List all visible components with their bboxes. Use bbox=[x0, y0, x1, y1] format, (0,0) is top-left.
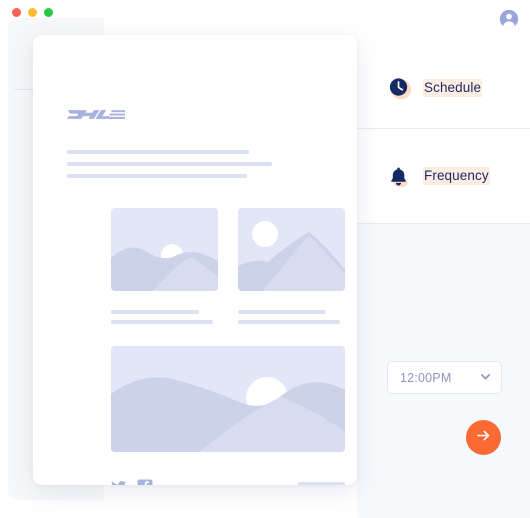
caption-line bbox=[111, 320, 213, 324]
arrow-right-icon bbox=[475, 427, 492, 449]
caption-line bbox=[238, 320, 340, 324]
settings-panel: Schedule Frequency bbox=[357, 18, 530, 518]
app-window: Schedule Frequency Daily Weekly Monthly … bbox=[0, 0, 530, 518]
bell-icon bbox=[387, 164, 412, 189]
window-controls bbox=[12, 8, 53, 17]
placeholder-line bbox=[67, 150, 249, 154]
caption-line bbox=[111, 310, 199, 314]
facebook-icon[interactable] bbox=[137, 479, 153, 485]
panel-item-schedule[interactable]: Schedule bbox=[357, 70, 530, 106]
email-preview-card bbox=[33, 35, 357, 485]
minimize-dot[interactable] bbox=[28, 8, 37, 17]
panel-divider bbox=[357, 223, 530, 224]
footer-line bbox=[298, 482, 345, 485]
placeholder-line bbox=[67, 162, 272, 166]
close-dot[interactable] bbox=[12, 8, 21, 17]
panel-divider bbox=[357, 128, 530, 129]
twitter-icon[interactable] bbox=[111, 479, 127, 485]
panel-item-frequency[interactable]: Frequency bbox=[357, 158, 530, 194]
user-account-icon[interactable] bbox=[498, 8, 520, 30]
next-button[interactable] bbox=[466, 420, 501, 455]
maximize-dot[interactable] bbox=[44, 8, 53, 17]
thumbnail-right bbox=[238, 208, 345, 291]
chevron-down-icon bbox=[480, 369, 491, 387]
panel-item-label: Frequency bbox=[423, 166, 490, 186]
time-select[interactable]: 12:00PM bbox=[387, 361, 502, 394]
clock-icon bbox=[387, 76, 412, 101]
caption-line bbox=[238, 310, 326, 314]
dhl-logo bbox=[67, 109, 125, 127]
panel-item-label: Schedule bbox=[423, 78, 483, 98]
time-select-value: 12:00PM bbox=[400, 370, 452, 385]
placeholder-line bbox=[67, 174, 247, 178]
thumbnail-wide bbox=[111, 346, 345, 452]
thumbnail-left bbox=[111, 208, 218, 291]
